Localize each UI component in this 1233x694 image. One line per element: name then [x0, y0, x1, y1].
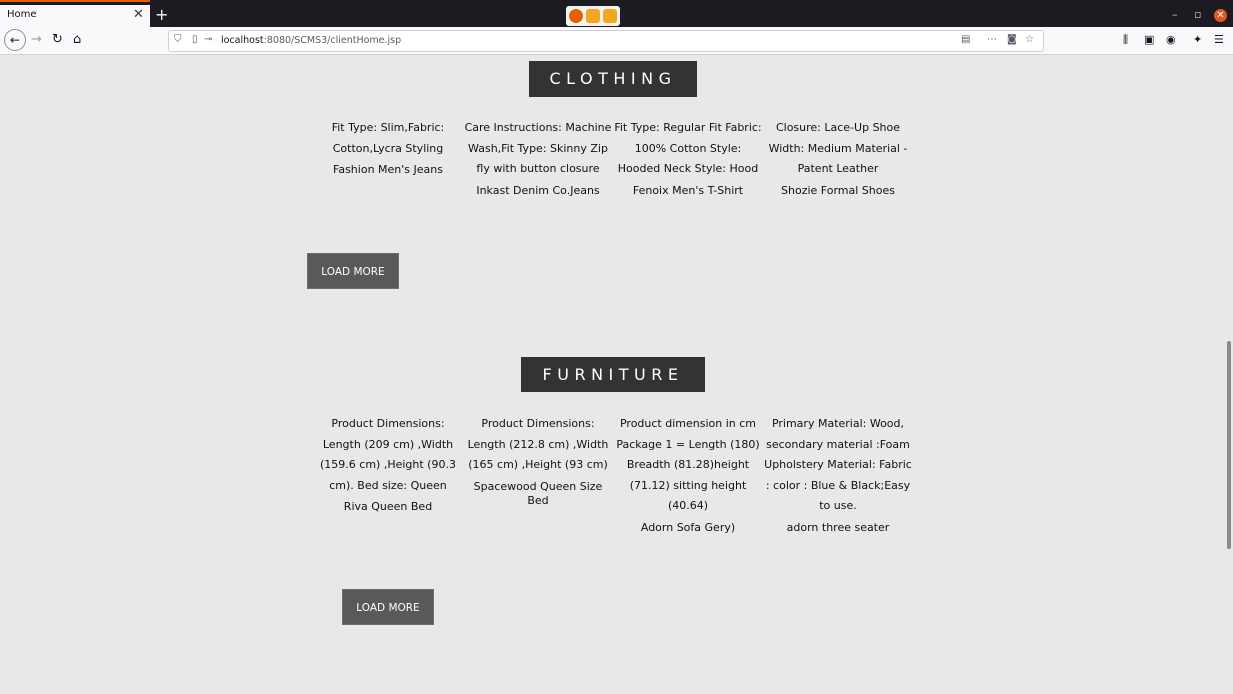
url-host: localhost [221, 35, 264, 46]
product-card[interactable]: Product Dimensions: Length (209 cm) ,Wid… [313, 414, 463, 514]
window-close-icon[interactable]: ✕ [1214, 9, 1227, 22]
product-name[interactable]: adorn three seater [763, 521, 913, 535]
product-description: Fit Type: Slim,Fabric: Cotton,Lycra Styl… [331, 121, 445, 155]
reader-view-icon[interactable]: ▤ [961, 34, 970, 45]
page-content: CLOTHING Fit Type: Slim,Fabric: Cotton,L… [0, 55, 1225, 694]
clothing-heading-text: CLOTHING [549, 69, 677, 88]
product-description: Care Instructions: Machine Wash,Fit Type… [464, 121, 612, 175]
product-description: Primary Material: Wood, secondary materi… [764, 417, 912, 512]
firefox-icon [569, 9, 583, 23]
product-card[interactable]: Primary Material: Wood, secondary materi… [763, 414, 913, 535]
extension-indicators [566, 6, 620, 26]
screen-share-icon[interactable] [603, 9, 617, 23]
shield-icon[interactable]: ⛉ [174, 34, 182, 45]
product-card[interactable]: Fit Type: Slim,Fabric: Cotton,Lycra Styl… [313, 118, 463, 177]
back-button[interactable]: ← [4, 29, 26, 51]
address-bar[interactable]: ⛉ ▯ ⊸ localhost:8080/SCMS3/clientHome.js… [168, 30, 1044, 52]
product-card[interactable]: Fit Type: Regular Fit Fabric: 100% Cotto… [613, 118, 763, 198]
bookmark-star-icon[interactable]: ☆ [1025, 34, 1034, 45]
product-description: Product Dimensions: Length (209 cm) ,Wid… [320, 417, 456, 492]
navigation-toolbar: ← → ↻ ⌂ ⛉ ▯ ⊸ localhost:8080/SCMS3/clien… [0, 27, 1233, 55]
clothing-heading: CLOTHING [529, 61, 697, 97]
extensions-icon[interactable]: ✦ [1193, 33, 1202, 46]
product-description: Product Dimensions: Length (212.8 cm) ,W… [467, 417, 609, 471]
tab-title: Home [7, 9, 37, 20]
product-name[interactable]: Adorn Sofa Gery) [613, 521, 763, 535]
product-description: Closure: Lace-Up Shoe Width: Medium Mate… [768, 121, 908, 175]
product-name[interactable]: Fenoix Men's T-Shirt [613, 184, 763, 198]
product-name[interactable]: Fashion Men's Jeans [313, 163, 463, 177]
key-icon[interactable]: ⊸ [204, 34, 212, 45]
minimize-icon[interactable]: – [1172, 8, 1178, 21]
page-scrollbar[interactable] [1225, 55, 1233, 694]
tab-home[interactable]: Home ✕ [0, 5, 150, 27]
page-icon[interactable]: ▯ [192, 34, 198, 45]
product-description: Fit Type: Regular Fit Fabric: 100% Cotto… [614, 121, 762, 175]
furniture-load-more-button[interactable]: LOAD MORE [342, 589, 434, 625]
library-icon[interactable]: ⫼ [1123, 33, 1128, 47]
account-icon[interactable]: ◉ [1166, 33, 1176, 46]
menu-icon[interactable]: ☰ [1214, 33, 1224, 46]
product-name[interactable]: Inkast Denim Co.Jeans [463, 184, 613, 198]
product-card[interactable]: Product dimension in cm Package 1 = Leng… [613, 414, 763, 535]
product-description: Product dimension in cm Package 1 = Leng… [616, 417, 760, 512]
url-path: :8080/SCMS3/clientHome.jsp [263, 35, 402, 46]
pocket-icon[interactable]: ◙ [1007, 34, 1017, 45]
close-tab-icon[interactable]: ✕ [133, 7, 144, 22]
product-name[interactable]: Shozie Formal Shoes [763, 184, 913, 198]
furniture-heading: FURNITURE [521, 357, 705, 392]
reload-button[interactable]: ↻ [52, 32, 63, 47]
home-button[interactable]: ⌂ [73, 32, 81, 47]
new-tab-icon[interactable]: + [155, 5, 168, 24]
clothing-load-more-button[interactable]: LOAD MORE [307, 253, 399, 289]
url-text[interactable]: localhost:8080/SCMS3/clientHome.jsp [221, 35, 401, 46]
furniture-heading-text: FURNITURE [542, 365, 684, 384]
forward-button[interactable]: → [31, 32, 42, 47]
scrollbar-thumb[interactable] [1227, 341, 1231, 549]
sidebar-icon[interactable]: ▣ [1144, 33, 1154, 46]
product-name[interactable]: Riva Queen Bed [313, 500, 463, 514]
product-card[interactable]: Closure: Lace-Up Shoe Width: Medium Mate… [763, 118, 913, 198]
product-card[interactable]: Product Dimensions: Length (212.8 cm) ,W… [463, 414, 613, 508]
product-card[interactable]: Care Instructions: Machine Wash,Fit Type… [463, 118, 613, 198]
page-actions-icon[interactable]: ⋯ [987, 34, 997, 45]
tab-bar: Home ✕ + – ▫ ✕ [0, 5, 1233, 27]
microphone-icon[interactable] [586, 9, 600, 23]
restore-icon[interactable]: ▫ [1194, 8, 1201, 21]
product-name[interactable]: Spacewood Queen Size Bed [463, 480, 613, 508]
